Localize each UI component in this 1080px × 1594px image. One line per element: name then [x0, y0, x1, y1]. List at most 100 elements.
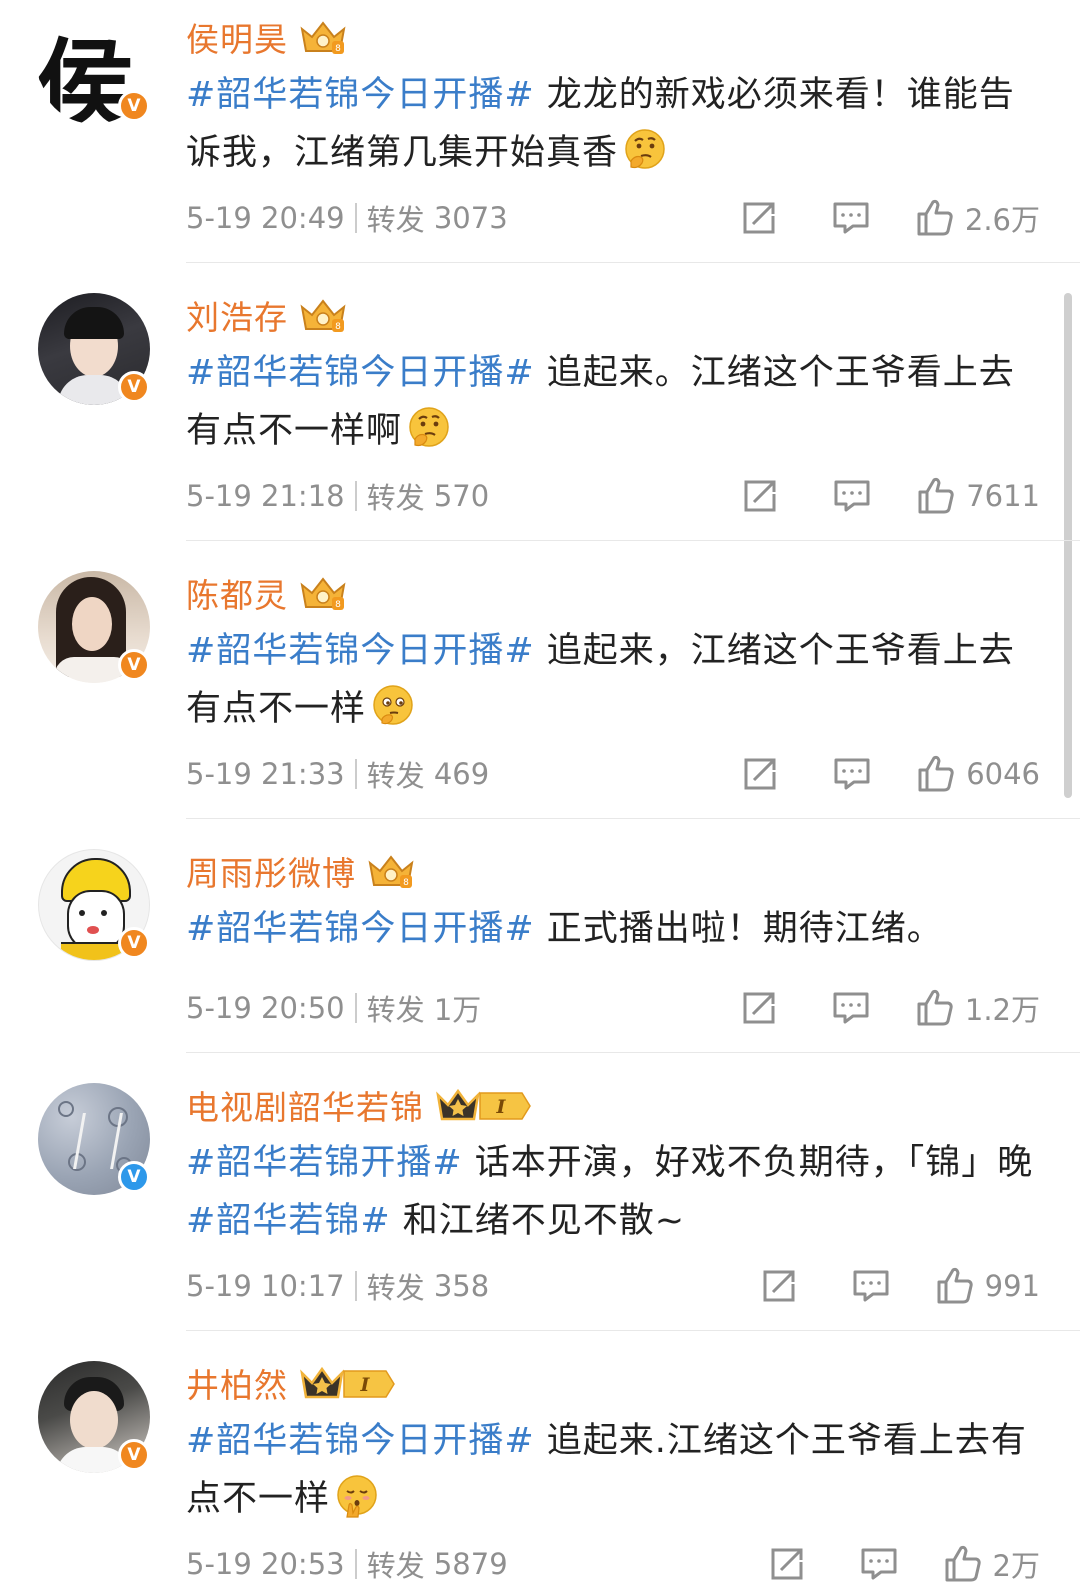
like-icon — [916, 754, 956, 794]
post-time: 5-19 20:53 — [186, 1547, 345, 1581]
post-actions: 991 — [707, 1264, 1040, 1308]
post-header: 刘浩存 — [186, 292, 348, 338]
like-count: 1.2万 — [964, 993, 1040, 1027]
post-item: V 电视剧韶华若锦 #韶华若锦开播# 话本开演，好戏不负期待，「锦」晚#韶华若锦… — [0, 1068, 1080, 1331]
like-count: 7611 — [966, 479, 1040, 513]
username[interactable]: 井柏然 — [186, 1359, 288, 1407]
repost-count: 358 — [433, 1269, 490, 1303]
avatar[interactable]: V — [38, 1083, 150, 1195]
divider — [186, 1330, 1080, 1331]
repost-label: 转发 — [366, 759, 425, 793]
repost-icon[interactable] — [740, 476, 780, 516]
repost-count: 469 — [433, 757, 490, 791]
comment-icon[interactable] — [851, 1266, 891, 1306]
repost-icon[interactable] — [740, 754, 780, 794]
post-time: 5-19 20:50 — [186, 991, 345, 1025]
verified-badge-icon: V — [118, 90, 150, 122]
divider — [186, 818, 1080, 819]
username[interactable]: 周雨彤微博 — [186, 847, 356, 895]
hashtag-link[interactable]: #韶华若锦今日开播# — [186, 909, 535, 949]
comment-icon[interactable] — [831, 198, 871, 238]
comment-icon[interactable] — [859, 1544, 899, 1584]
meta-divider — [354, 759, 357, 789]
post-content: #韶华若锦今日开播# 追起来。江绪这个王爷看上去有点不一样啊 — [186, 344, 1036, 460]
username[interactable]: 陈都灵 — [186, 569, 288, 617]
post-header: 侯明昊 — [186, 14, 348, 60]
repost-count: 3073 — [433, 201, 508, 235]
like-icon — [915, 198, 955, 238]
meta-divider — [354, 1271, 357, 1301]
like-button[interactable]: 2万 — [943, 1543, 1040, 1585]
post-content: #韶华若锦今日开播# 正式播出啦！期待江绪。 — [186, 900, 1036, 958]
post-actions: 2万 — [715, 1542, 1040, 1586]
post-meta: 5-19 10:17 转发 358 — [186, 1266, 489, 1306]
like-button[interactable]: 7611 — [916, 476, 1040, 516]
post-time: 5-19 10:17 — [186, 1269, 345, 1303]
hashtag-link[interactable]: #韶华若锦今日开播# — [186, 1421, 535, 1461]
avatar[interactable]: V — [38, 571, 150, 683]
avatar[interactable]: V — [38, 1361, 150, 1473]
post-item: 侯 V 侯明昊 #韶华若锦今日开播# 龙龙的新戏必须来看！谁能告诉我，江绪第几集… — [0, 0, 1080, 263]
repost-count: 1万 — [433, 993, 482, 1027]
thinking-emoji-icon — [622, 127, 668, 173]
post-actions: 2.6万 — [687, 196, 1040, 240]
avatar[interactable]: V — [38, 293, 150, 405]
post-time: 5-19 20:49 — [186, 201, 345, 235]
crown-badge-icon — [298, 295, 348, 335]
post-item: V 周雨彤微博 #韶华若锦今日开播# 正式播出啦！期待江绪。 5-19 20:5… — [0, 834, 1080, 1053]
repost-icon[interactable] — [767, 1544, 807, 1584]
post-meta: 5-19 20:53 转发 5879 — [186, 1544, 508, 1584]
crown-badge-icon — [298, 573, 348, 613]
avatar[interactable]: V — [38, 849, 150, 961]
post-header: 周雨彤微博 — [186, 848, 416, 894]
crown-badge-icon — [298, 17, 348, 57]
post-content: #韶华若锦今日开播# 追起来.江绪这个王爷看上去有点不一样 — [186, 1412, 1036, 1528]
post-content: #韶华若锦开播# 话本开演，好戏不负期待，「锦」晚 #韶华若锦# 和江绪不见不散~ — [186, 1134, 1036, 1250]
meta-divider — [354, 1549, 357, 1579]
like-count: 2万 — [992, 1549, 1040, 1583]
repost-icon[interactable] — [759, 1266, 799, 1306]
like-button[interactable]: 991 — [935, 1266, 1040, 1306]
repost-label: 转发 — [366, 481, 425, 515]
username[interactable]: 侯明昊 — [186, 13, 288, 61]
meta-divider — [354, 993, 357, 1023]
post-content: #韶华若锦今日开播# 追起来，江绪这个王爷看上去有点不一样 — [186, 622, 1036, 738]
verified-badge-icon: V — [118, 371, 150, 403]
crown-badge-icon — [366, 851, 416, 891]
hashtag-link[interactable]: #韶华若锦# — [186, 1201, 391, 1241]
like-count: 2.6万 — [964, 203, 1040, 237]
like-button[interactable]: 1.2万 — [915, 987, 1040, 1029]
post-actions: 1.2万 — [687, 986, 1040, 1030]
verified-badge-icon: V — [118, 1161, 150, 1193]
like-button[interactable]: 6046 — [916, 754, 1040, 794]
post-item: V 陈都灵 #韶华若锦今日开播# 追起来，江绪这个王爷看上去有点不一样 5-19… — [0, 556, 1080, 819]
repost-label: 转发 — [366, 203, 425, 237]
post-time: 5-19 21:33 — [186, 757, 345, 791]
hashtag-link[interactable]: #韶华若锦今日开播# — [186, 353, 535, 393]
hashtag-link[interactable]: #韶华若锦今日开播# — [186, 75, 535, 115]
repost-icon[interactable] — [739, 988, 779, 1028]
divider — [186, 1052, 1080, 1053]
avatar[interactable]: 侯 V — [38, 12, 150, 124]
username[interactable]: 刘浩存 — [186, 291, 288, 339]
hashtag-link[interactable]: #韶华若锦今日开播# — [186, 631, 535, 671]
divider — [186, 540, 1080, 541]
like-icon — [916, 476, 956, 516]
post-header: 电视剧韶华若锦 — [186, 1082, 534, 1128]
verified-badge-icon: V — [118, 927, 150, 959]
comment-icon[interactable] — [831, 988, 871, 1028]
username[interactable]: 电视剧韶华若锦 — [186, 1081, 424, 1129]
comment-icon[interactable] — [832, 754, 872, 794]
meta-divider — [354, 203, 357, 233]
hashtag-link[interactable]: #韶华若锦开播# — [186, 1143, 463, 1183]
like-button[interactable]: 2.6万 — [915, 197, 1040, 239]
repost-icon[interactable] — [739, 198, 779, 238]
post-actions: 7611 — [688, 474, 1040, 518]
repost-count: 5879 — [433, 1547, 508, 1581]
post-text: 正式播出啦！期待江绪。 — [534, 909, 943, 949]
post-item: V 刘浩存 #韶华若锦今日开播# 追起来。江绪这个王爷看上去有点不一样啊 5-1… — [0, 278, 1080, 541]
meta-divider — [354, 481, 357, 511]
shush-emoji-icon — [334, 1473, 380, 1519]
like-count: 991 — [984, 1269, 1040, 1303]
comment-icon[interactable] — [832, 476, 872, 516]
